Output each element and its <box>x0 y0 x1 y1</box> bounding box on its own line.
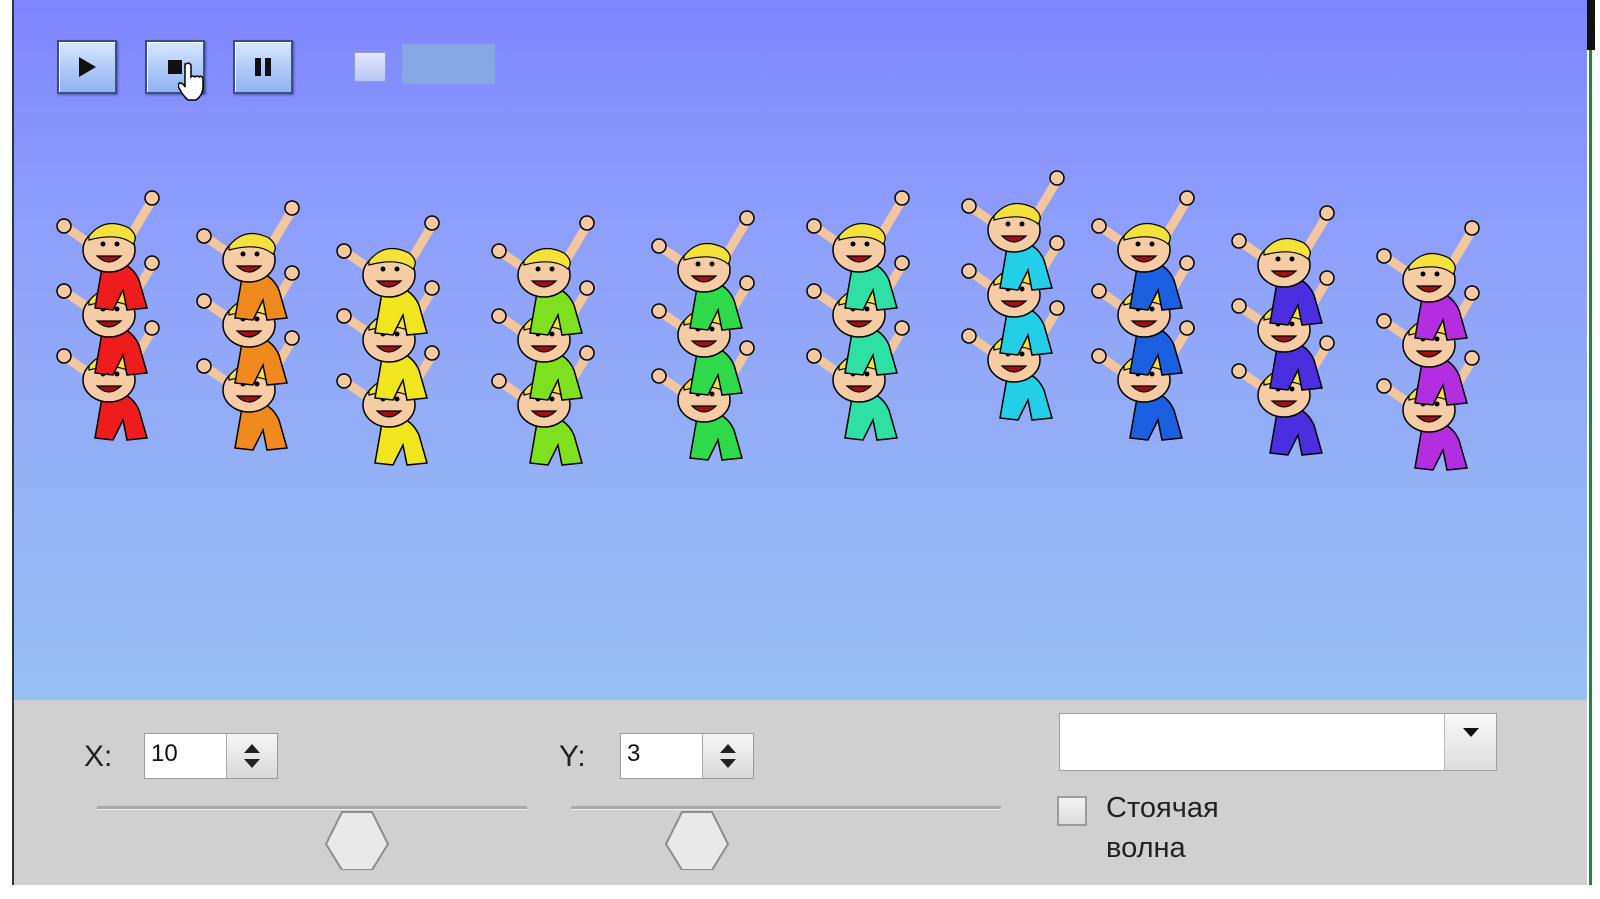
chevron-down-icon <box>1462 728 1479 737</box>
animation-stage <box>14 0 1589 700</box>
app-window: X: 10 Y: 3 Стоячая волна <box>12 0 1589 885</box>
x-spinner[interactable]: 10 <box>144 733 278 779</box>
y-spinner-arrows[interactable] <box>702 734 753 778</box>
y-label: Y: <box>559 740 586 773</box>
mode-select-button[interactable] <box>1444 714 1496 770</box>
mode-select-value[interactable] <box>1060 714 1444 770</box>
mode-select[interactable] <box>1059 713 1497 771</box>
standing-wave-label: Стоячая волна <box>1106 792 1219 864</box>
x-decrement-icon[interactable] <box>244 759 260 768</box>
y-spinner[interactable]: 3 <box>620 733 754 779</box>
window-edge <box>1587 0 1600 899</box>
x-label: X: <box>84 740 113 773</box>
y-slider-thumb[interactable] <box>662 808 734 870</box>
control-panel: X: 10 Y: 3 Стоячая волна <box>14 700 1589 885</box>
dancing-crowd <box>56 170 1480 471</box>
y-increment-icon[interactable] <box>720 744 736 753</box>
x-spinner-arrows[interactable] <box>226 734 277 778</box>
x-increment-icon[interactable] <box>244 744 260 753</box>
y-slider-track[interactable] <box>571 806 1001 810</box>
y-decrement-icon[interactable] <box>720 759 736 768</box>
x-slider-thumb[interactable] <box>322 808 394 870</box>
y-value[interactable]: 3 <box>621 734 702 778</box>
x-slider-track[interactable] <box>97 806 527 810</box>
x-value[interactable]: 10 <box>145 734 226 778</box>
standing-wave-checkbox[interactable] <box>1057 796 1087 826</box>
